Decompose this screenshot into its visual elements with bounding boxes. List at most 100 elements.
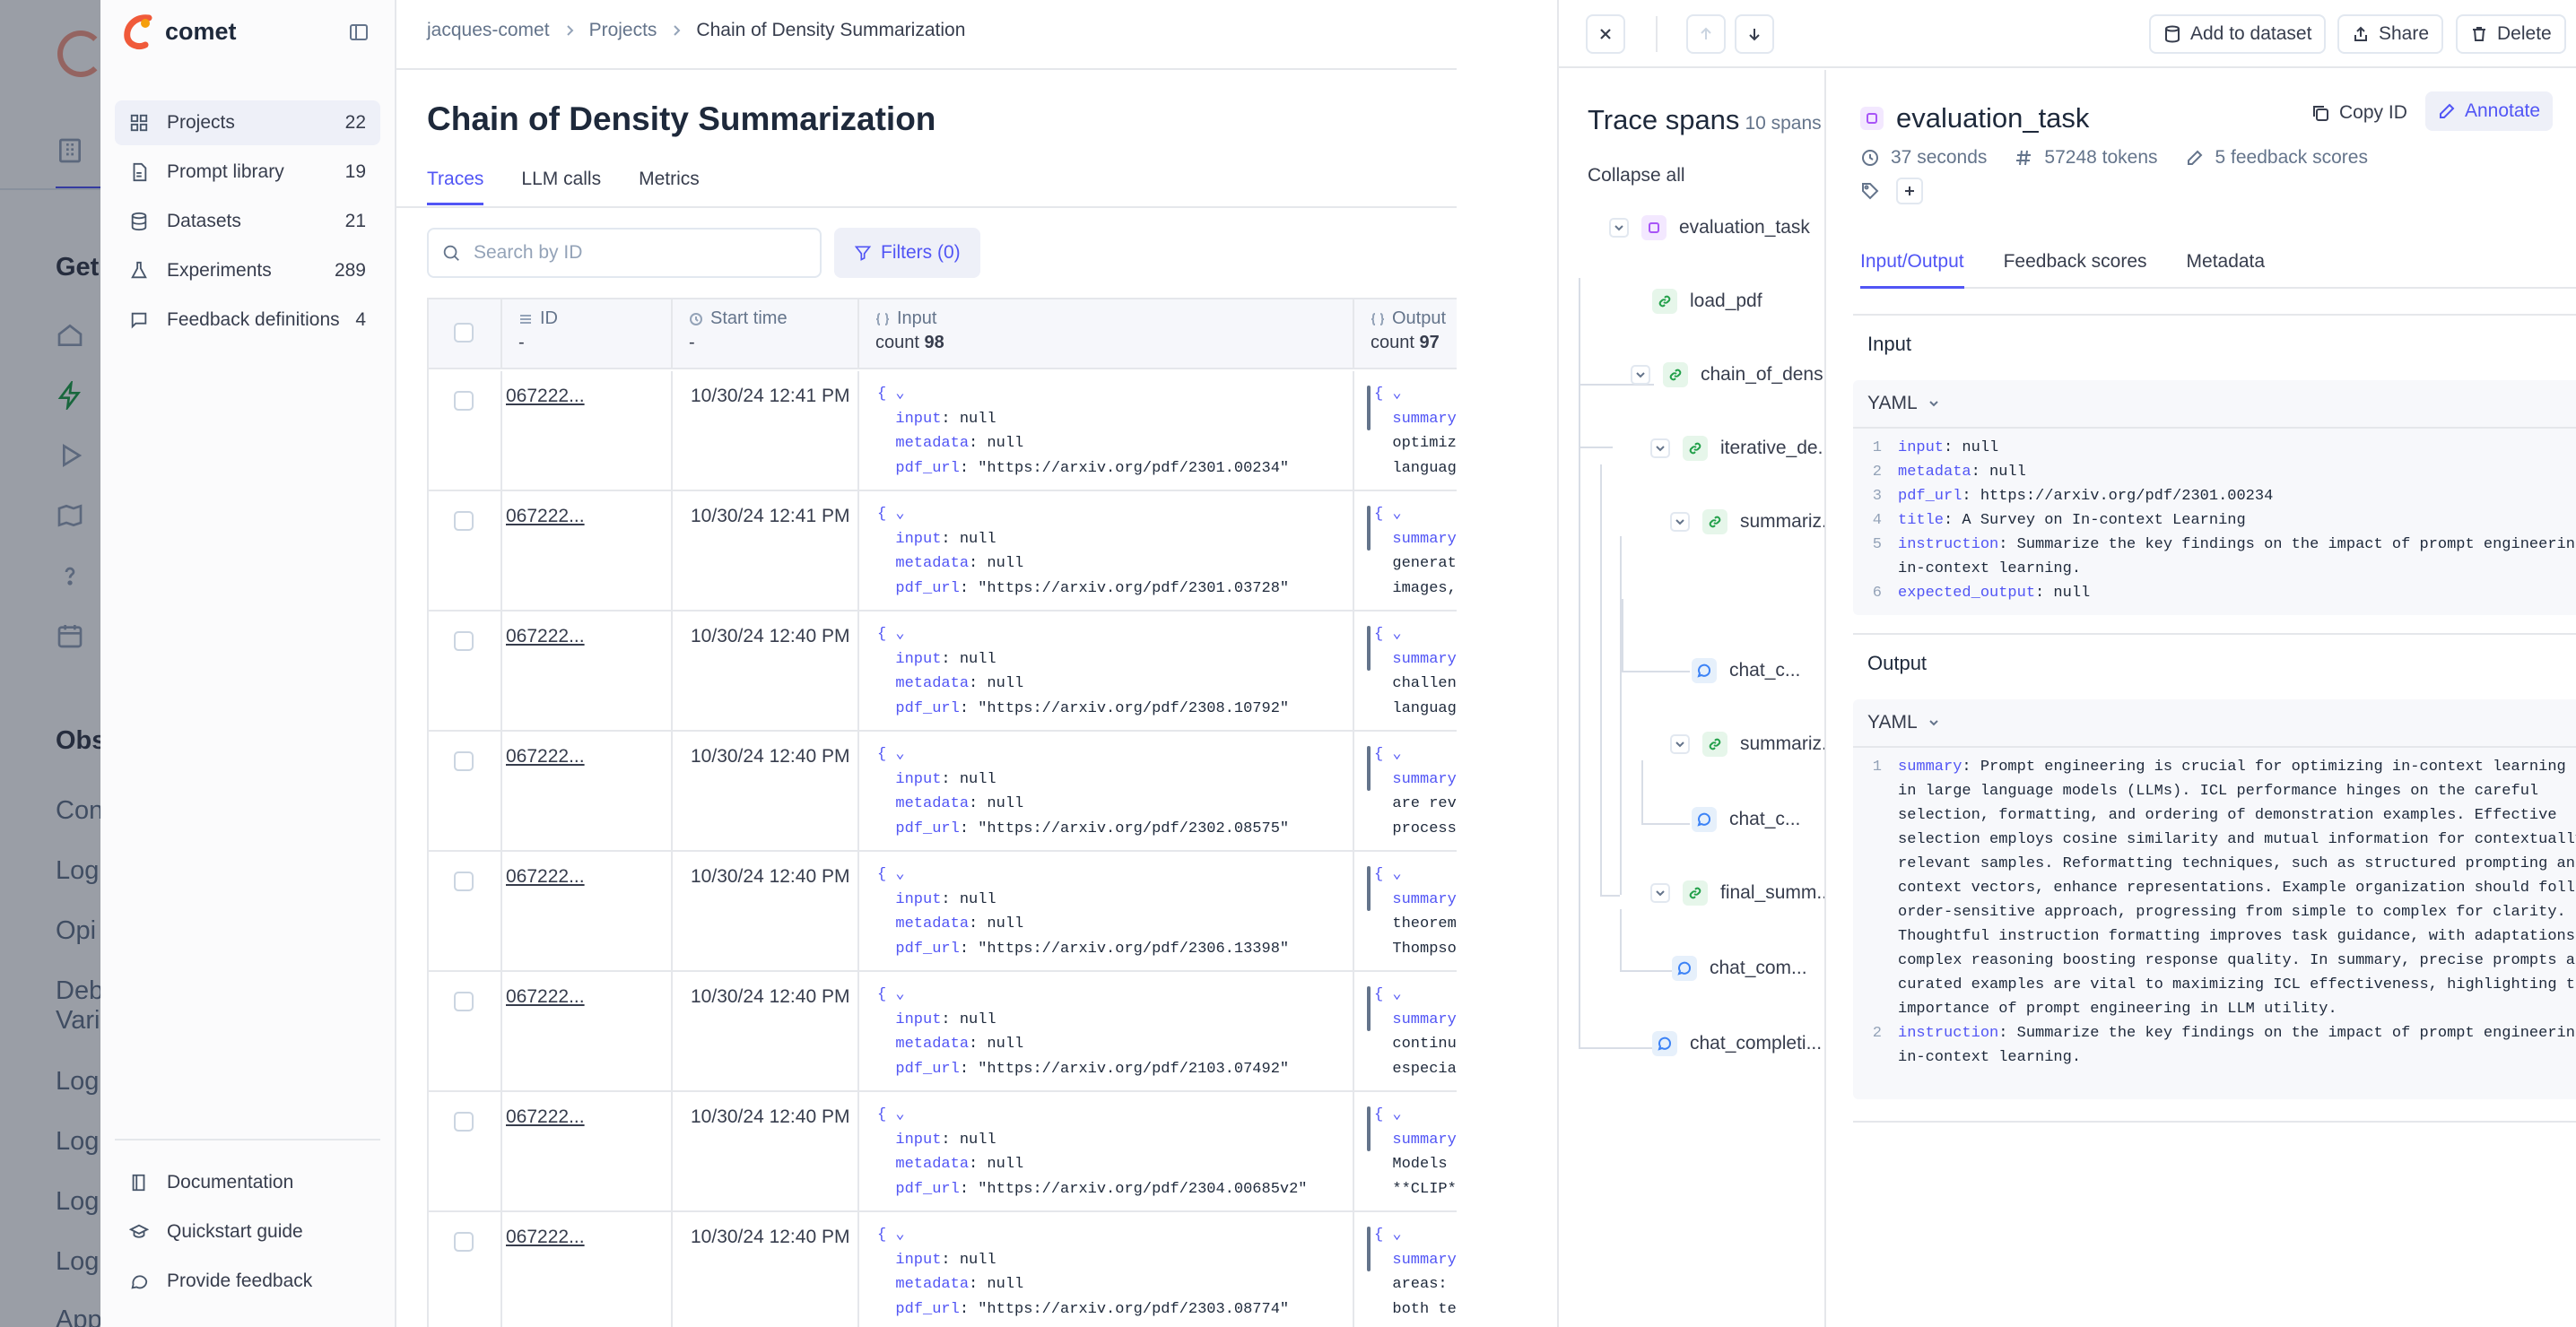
row-checkbox[interactable] <box>454 391 474 411</box>
trace-id-link[interactable]: 067222... <box>506 626 585 647</box>
yaml-key: input <box>1898 439 1945 456</box>
trace-id-link[interactable]: 067222... <box>506 1106 585 1128</box>
annotate-button[interactable]: Annotate <box>2425 91 2554 131</box>
collapse-all-button[interactable]: Collapse all <box>1588 165 1685 186</box>
table-row[interactable]: 067222... 10/30/24 12:40 PM { ⌄ input: nul… <box>429 972 1457 1092</box>
sidebar-link-quickstart[interactable]: Quickstart guide <box>115 1210 380 1254</box>
chevron-down-icon[interactable] <box>1650 438 1670 458</box>
column-resize-handle[interactable] <box>1367 1106 1371 1151</box>
chevron-down-icon[interactable] <box>1631 365 1650 385</box>
span-node-summarize-2[interactable]: summariz... <box>1670 726 1824 762</box>
next-trace-button[interactable] <box>1735 14 1774 54</box>
trace-id-link[interactable]: 067222... <box>506 386 585 407</box>
tab-llm-calls[interactable]: LLM calls <box>521 169 601 205</box>
message-icon <box>129 310 149 330</box>
span-node-chat-completion-1[interactable]: chat_c... <box>1692 653 1800 689</box>
search-box[interactable] <box>427 228 822 278</box>
trace-id-link[interactable]: 067222... <box>506 866 585 888</box>
column-header-start-time[interactable]: Start time - <box>673 299 859 369</box>
column-header-output[interactable]: Output count 97 <box>1354 299 1457 369</box>
column-resize-handle[interactable] <box>1367 1227 1371 1271</box>
close-button[interactable] <box>1586 14 1625 54</box>
add-to-dataset-button[interactable]: Add to dataset <box>2149 14 2327 54</box>
tab-metadata[interactable]: Metadata <box>2187 246 2266 287</box>
table-row[interactable]: 067222... 10/30/24 12:40 PM { ⌄ input: nul… <box>429 732 1457 852</box>
span-node-chat-completion-2[interactable]: chat_c... <box>1692 802 1800 837</box>
sidebar-item-datasets[interactable]: Datasets 21 <box>115 199 380 244</box>
modal-overlay[interactable]: comet Projects 22 Prompt library 19 Data… <box>0 0 2576 1327</box>
trace-id-link[interactable]: 067222... <box>506 1227 585 1248</box>
column-header-id[interactable]: ID - <box>502 299 673 369</box>
sidebar-item-feedback-definitions[interactable]: Feedback definitions 4 <box>115 298 380 343</box>
yaml-key: summary <box>1898 759 1962 776</box>
chevron-down-icon[interactable] <box>1670 512 1690 532</box>
tab-metrics[interactable]: Metrics <box>639 169 700 205</box>
row-checkbox[interactable] <box>454 1112 474 1132</box>
filters-button[interactable]: Filters (0) <box>834 228 980 278</box>
trace-id-link[interactable]: 067222... <box>506 746 585 768</box>
sidebar-item-experiments[interactable]: Experiments 289 <box>115 248 380 293</box>
input-section-header[interactable]: Input <box>1853 314 2576 373</box>
brand[interactable]: comet <box>122 13 237 50</box>
column-resize-handle[interactable] <box>1367 746 1371 791</box>
column-resize-handle[interactable] <box>1367 986 1371 1031</box>
row-checkbox[interactable] <box>454 1232 474 1252</box>
sidebar-link-documentation[interactable]: Documentation <box>115 1160 380 1205</box>
select-all-checkbox[interactable] <box>454 323 474 343</box>
previous-trace-button[interactable] <box>1686 14 1726 54</box>
table-row[interactable]: 067222... 10/30/24 12:40 PM { ⌄ input: nul… <box>429 1092 1457 1212</box>
span-node-load-pdf[interactable]: load_pdf <box>1652 283 1762 319</box>
sidebar-link-provide-feedback[interactable]: Provide feedback <box>115 1259 380 1304</box>
delete-button[interactable]: Delete <box>2456 14 2566 54</box>
column-resize-handle[interactable] <box>1367 386 1371 430</box>
span-feedback-count[interactable]: 5 feedback scores <box>2215 147 2368 169</box>
span-node-chain-of-density[interactable]: chain_of_dens... <box>1631 357 1824 393</box>
trace-id-link[interactable]: 067222... <box>506 506 585 527</box>
breadcrumb-projects[interactable]: Projects <box>589 20 657 41</box>
arrow-up-icon <box>1697 25 1715 43</box>
chevron-down-icon[interactable] <box>1927 716 1941 730</box>
chevron-down-icon[interactable] <box>1650 883 1670 903</box>
tab-traces[interactable]: Traces <box>427 169 484 205</box>
format-select[interactable]: YAML <box>1867 712 1918 733</box>
table-row[interactable]: 067222... 10/30/24 12:40 PM { ⌄ input: nul… <box>429 1212 1457 1327</box>
sidebar-item-projects[interactable]: Projects 22 <box>115 100 380 145</box>
tab-feedback-scores[interactable]: Feedback scores <box>2004 246 2147 287</box>
sidebar-item-prompt-library[interactable]: Prompt library 19 <box>115 150 380 195</box>
span-node-chat-completion-4[interactable]: chat_completi... <box>1652 1026 1822 1062</box>
output-section-header[interactable]: Output <box>1853 633 2576 692</box>
sidebar-collapse-icon[interactable] <box>348 22 370 43</box>
span-node-final-summary[interactable]: final_summ... <box>1650 875 1824 911</box>
output-code: 1 summary: Prompt engineering is crucial … <box>1853 755 2576 1070</box>
share-button[interactable]: Share <box>2337 14 2444 54</box>
row-checkbox[interactable] <box>454 992 474 1011</box>
span-node-summarize-1[interactable]: summariz... <box>1670 504 1824 540</box>
chevron-down-icon[interactable] <box>1927 396 1941 411</box>
column-resize-handle[interactable] <box>1367 866 1371 911</box>
trace-id-link[interactable]: 067222... <box>506 986 585 1008</box>
chevron-down-icon[interactable] <box>1609 218 1629 238</box>
column-resize-handle[interactable] <box>1367 626 1371 671</box>
column-resize-handle[interactable] <box>1367 506 1371 551</box>
format-select[interactable]: YAML <box>1867 393 1918 414</box>
chevron-down-icon[interactable] <box>1670 734 1690 754</box>
tab-input-output[interactable]: Input/Output <box>1860 246 1964 289</box>
table-row[interactable]: 067222... 10/30/24 12:40 PM { ⌄ input: nul… <box>429 611 1457 732</box>
breadcrumb-workspace[interactable]: jacques-comet <box>427 20 550 41</box>
span-node-chat-completion-3[interactable]: chat_com... <box>1672 950 1807 986</box>
table-row[interactable]: 067222... 10/30/24 12:40 PM { ⌄ input: nul… <box>429 852 1457 972</box>
row-checkbox[interactable] <box>454 872 474 891</box>
search-input[interactable] <box>474 242 796 264</box>
copy-id-button[interactable]: Copy ID <box>2311 102 2407 124</box>
column-header-input[interactable]: Input count 98 <box>859 299 1354 369</box>
add-tag-button[interactable] <box>1896 178 1923 204</box>
span-node-iterative-densification[interactable]: iterative_de... <box>1650 430 1824 466</box>
row-checkbox[interactable] <box>454 511 474 531</box>
row-checkbox[interactable] <box>454 631 474 651</box>
row-checkbox[interactable] <box>454 751 474 771</box>
pdf-url-value: "https://arxiv.org/pdf/2103.07492" <box>978 1060 1290 1078</box>
table-row[interactable]: 067222... 10/30/24 12:41 PM { ⌄ input: nul… <box>429 491 1457 611</box>
span-node-evaluation-task[interactable]: evaluation_task <box>1609 210 1810 246</box>
copy-icon <box>2311 103 2330 123</box>
table-row[interactable]: 067222... 10/30/24 12:41 PM { ⌄ input: nul… <box>429 371 1457 491</box>
